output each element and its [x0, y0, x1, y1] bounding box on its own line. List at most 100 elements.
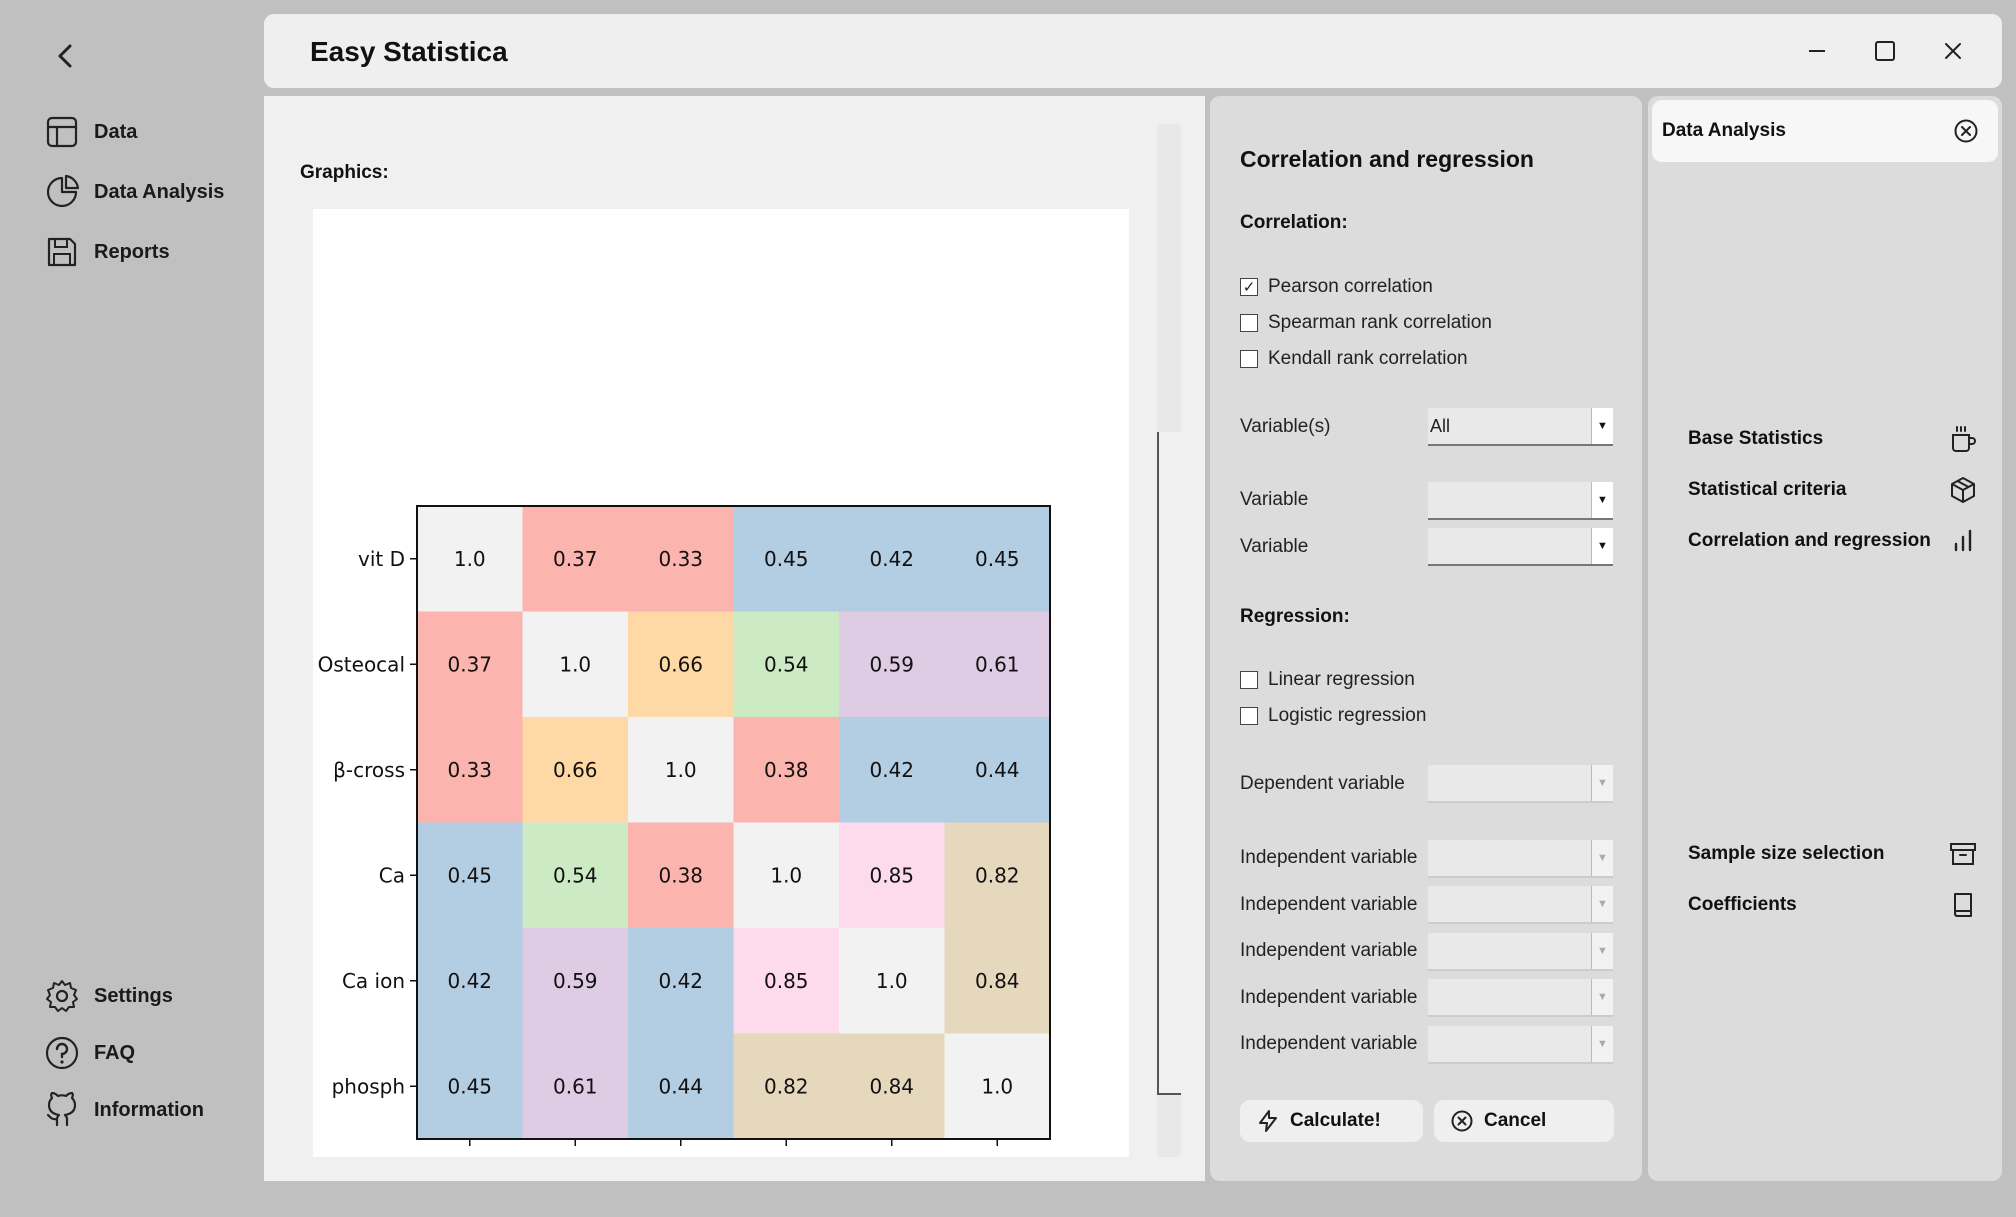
menu-item-base-statistics[interactable]: Base Statistics [1688, 424, 1978, 454]
menu-item-coefficients[interactable]: Coefficients [1688, 890, 1978, 920]
graphics-label: Graphics: [300, 162, 389, 183]
checkbox-box[interactable] [1240, 671, 1258, 689]
sidebar-item-data-analysis[interactable]: Data Analysis [44, 172, 224, 212]
back-button[interactable] [46, 36, 86, 76]
variable-select-1[interactable]: ▼ [1428, 482, 1613, 520]
archive-icon [1950, 843, 1976, 865]
logistic-regression-checkbox[interactable]: Logistic regression [1240, 705, 1426, 727]
heatmap-cell-value: 0.61 [975, 652, 1020, 676]
variables-select[interactable]: All ▼ [1428, 408, 1613, 446]
independent-variable-select-3[interactable]: ▼ [1428, 933, 1613, 971]
checkbox-box[interactable] [1240, 707, 1258, 725]
checkbox-box[interactable]: ✓ [1240, 278, 1258, 296]
checkbox-label: Pearson correlation [1268, 276, 1433, 297]
heatmap-cell-value: 1.0 [981, 1074, 1013, 1098]
heatmap-cell-value: 0.42 [447, 969, 492, 993]
independent-variable-label: Independent variable [1240, 894, 1418, 915]
cube-icon [1951, 477, 1975, 503]
dependent-variable-select[interactable]: ▼ [1428, 765, 1613, 803]
checkbox-label: Logistic regression [1268, 705, 1427, 726]
sidebar-item-faq[interactable]: FAQ [44, 1033, 135, 1073]
heatmap-cell-value: 0.85 [764, 969, 809, 993]
menu-item-label: Statistical criteria [1688, 479, 1847, 500]
heatmap-cell-value: 1.0 [876, 969, 908, 993]
minimize-button[interactable] [1800, 34, 1834, 68]
close-window-button[interactable] [1936, 34, 1970, 68]
y-tick-label: Osteocal [318, 652, 405, 676]
y-tick-label: β-cross [333, 758, 405, 782]
chevron-down-icon: ▼ [1591, 408, 1613, 444]
pearson-checkbox[interactable]: ✓ Pearson correlation [1240, 276, 1433, 298]
bar-chart-icon [1954, 529, 1972, 552]
independent-variable-select-2[interactable]: ▼ [1428, 886, 1613, 924]
heatmap-cell-value: 0.33 [658, 547, 703, 571]
graphics-panel: Graphics: 1.0 0.37 0.33 0.45 0.42 0.45 0.37 1.0… [264, 96, 1205, 1217]
mug-icon [1952, 426, 1976, 452]
chevron-down-icon: ▼ [1591, 840, 1613, 876]
maximize-icon [1875, 41, 1895, 61]
data-analysis-title: Data Analysis [1662, 120, 1786, 141]
heatmap-cell-value: 0.37 [553, 547, 598, 571]
sidebar-item-label: Settings [94, 984, 173, 1007]
heatmap-cell-value: 0.66 [658, 652, 703, 676]
menu-item-sample-size[interactable]: Sample size selection [1688, 839, 1978, 869]
form-title: Correlation and regression [1240, 146, 1534, 172]
close-icon [1945, 43, 1961, 59]
variables-label: Variable(s) [1240, 416, 1331, 437]
book-icon [1954, 893, 1972, 917]
sidebar-item-information[interactable]: Information [44, 1090, 204, 1130]
sidebar-item-data[interactable]: Data [44, 112, 137, 152]
independent-variable-select-1[interactable]: ▼ [1428, 840, 1613, 878]
heatmap-cell-value: 0.44 [658, 1074, 703, 1098]
heatmap-cell-value: 0.42 [869, 547, 914, 571]
sidebar-item-label: Information [94, 1098, 204, 1121]
heatmap-cell-value: 0.85 [869, 863, 914, 887]
menu-item-statistical-criteria[interactable]: Statistical criteria [1688, 475, 1978, 505]
heatmap-cell-value: 0.66 [553, 758, 598, 782]
independent-variable-label: Independent variable [1240, 847, 1418, 868]
spearman-checkbox[interactable]: Spearman rank correlation [1240, 312, 1492, 334]
help-circle-icon [45, 1036, 79, 1070]
independent-variable-select-4[interactable]: ▼ [1428, 979, 1613, 1017]
gear-icon [46, 980, 78, 1012]
app-title: Easy Statistica [310, 36, 508, 67]
heatmap-cell-value: 0.45 [975, 547, 1020, 571]
heatmap-cell-value: 0.45 [447, 863, 492, 887]
y-tick-label: Ca ion [342, 969, 405, 993]
independent-variable-select-5[interactable]: ▼ [1428, 1026, 1613, 1064]
save-icon [47, 237, 77, 267]
heatmap-cell-value: 0.84 [869, 1074, 914, 1098]
cancel-button[interactable]: Cancel [1434, 1100, 1614, 1142]
menu-item-correlation-regression[interactable]: Correlation and regression [1688, 526, 1978, 556]
close-panel-icon[interactable] [1952, 117, 1980, 145]
variable-select-2[interactable]: ▼ [1428, 528, 1613, 566]
chevron-down-icon: ▼ [1591, 482, 1613, 518]
chevron-down-icon: ▼ [1591, 1026, 1613, 1062]
menu-item-label: Coefficients [1688, 894, 1797, 915]
checkbox-label: Kendall rank correlation [1268, 348, 1468, 369]
chevron-left-icon [58, 44, 72, 68]
heatmap-cell-value: 0.59 [869, 652, 914, 676]
checkbox-box[interactable] [1240, 350, 1258, 368]
pie-chart-icon [46, 174, 80, 208]
checkbox-box[interactable] [1240, 314, 1258, 332]
lightning-icon [1259, 1110, 1277, 1132]
kendall-checkbox[interactable]: Kendall rank correlation [1240, 348, 1468, 370]
linear-regression-checkbox[interactable]: Linear regression [1240, 669, 1415, 691]
calculate-button-label: Calculate! [1290, 1110, 1381, 1131]
title-bar: Easy Statistica [264, 14, 2002, 88]
sidebar-item-settings[interactable]: Settings [44, 976, 173, 1016]
checkbox-label: Spearman rank correlation [1268, 312, 1492, 333]
heatmap-cell-value: 0.45 [447, 1074, 492, 1098]
sidebar-item-reports[interactable]: Reports [44, 232, 170, 272]
heatmap-cell-value: 0.42 [658, 969, 703, 993]
heatmap-cell-value: 0.37 [447, 652, 492, 676]
correlation-heatmap: 1.0 0.37 0.33 0.45 0.42 0.45 0.37 1.0 0.66 0.54 0.… [318, 505, 1051, 1217]
heatmap-cell-value: 0.33 [447, 758, 492, 782]
data-analysis-header: Data Analysis [1652, 100, 1998, 162]
calculate-button[interactable]: Calculate! [1240, 1100, 1423, 1142]
scrollbar-thumb[interactable] [1157, 432, 1181, 1095]
chevron-down-icon: ▼ [1591, 886, 1613, 922]
table-icon [46, 116, 78, 148]
maximize-button[interactable] [1868, 34, 1902, 68]
